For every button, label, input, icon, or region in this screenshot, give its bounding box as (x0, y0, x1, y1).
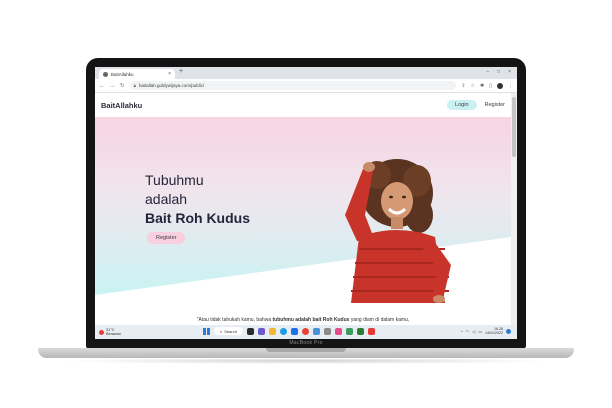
laptop-mockup: BaitAllahku × + – □ × ← → ↻ 🔒︎ baitallah… (0, 0, 612, 408)
minimize-button[interactable]: – (486, 69, 489, 75)
quote-text-start: "Atau tidak tahukah kamu, bahwa (196, 317, 273, 323)
hero-headline: Tubuhmu adalah Bait Roh Kudus (145, 171, 250, 228)
window-controls: – □ × (486, 69, 511, 75)
mail-icon[interactable] (312, 327, 320, 335)
task-view-icon[interactable] (246, 327, 254, 335)
share-icon[interactable]: ⇪ (461, 83, 465, 89)
address-url[interactable]: baitallah.goldywijaya.com/public/ (139, 83, 204, 88)
sidebar-icon[interactable]: ▯ (489, 83, 492, 89)
quote-text-end: yang diam di dalam kamu, (349, 317, 410, 323)
laptop-base-notch (266, 348, 346, 352)
extensions-icon[interactable]: ✱ (480, 83, 484, 89)
page-scrollbar[interactable] (511, 93, 517, 325)
hero-woman-image (345, 159, 451, 303)
scripture-quote: "Atau tidak tahukah kamu, bahwa tubuhmu … (95, 317, 511, 323)
reload-icon[interactable]: ↻ (120, 83, 125, 89)
chrome-icon[interactable] (301, 327, 309, 335)
chat-icon[interactable] (257, 327, 265, 335)
lock-icon: 🔒︎ (133, 83, 137, 88)
laptop-shadow (60, 358, 552, 364)
tab-title: BaitAllahku (111, 71, 134, 77)
hero-line-2: adalah (145, 191, 188, 207)
back-arrow-icon[interactable]: ← (99, 83, 105, 89)
os-taskbar: 31°C Berawan ⌕ Search ^ ◠ ◁ ▭ 16.26 14/0… (95, 325, 517, 339)
system-tray: ^ ◠ ◁ ▭ 16.26 14/01/2022 (461, 327, 511, 335)
hero-line-1: Tubuhmu (145, 172, 204, 188)
weather-desc: Berawan (106, 332, 121, 336)
file-explorer-icon[interactable] (268, 327, 276, 335)
star-icon[interactable]: ☆ (471, 83, 475, 89)
register-link[interactable]: Register (485, 102, 505, 108)
quote-text-bold: tubuhmu adalah bait Roh Kudus (272, 317, 350, 323)
address-bar[interactable]: 🔒︎ baitallah.goldywijaya.com/public/ (129, 81, 457, 90)
weather-icon (99, 329, 104, 335)
store-icon[interactable] (290, 327, 298, 335)
profile-avatar[interactable] (497, 82, 503, 89)
windows-logo-icon[interactable] (203, 327, 210, 335)
forward-arrow-icon[interactable]: → (110, 83, 116, 89)
browser-tab[interactable]: BaitAllahku × (99, 69, 175, 79)
notification-icon[interactable] (506, 328, 511, 334)
weather-widget[interactable]: 31°C Berawan (99, 328, 121, 336)
browser-toolbar: ← → ↻ 🔒︎ baitallah.goldywijaya.com/publi… (95, 79, 517, 93)
nav-actions: Login Register (447, 100, 505, 110)
tab-close-icon[interactable]: × (168, 71, 171, 77)
app-icon-green[interactable] (345, 327, 353, 335)
web-page: BaitAllahku Login Register Tubuhmu adala… (95, 93, 511, 325)
browser-tab-bar: BaitAllahku × + – □ × (95, 67, 517, 79)
device-model-label: MacBook Pro (289, 340, 323, 346)
scrollbar-thumb[interactable] (512, 97, 516, 157)
laptop-screen: BaitAllahku × + – □ × ← → ↻ 🔒︎ baitallah… (95, 67, 517, 339)
search-icon: ⌕ (220, 328, 223, 334)
battery-icon[interactable]: ▭ (478, 329, 482, 334)
volume-icon[interactable]: ◁ (472, 329, 475, 334)
app-icon-darkgreen[interactable] (356, 327, 364, 335)
tab-favicon-icon (103, 71, 108, 77)
app-icon-gray[interactable] (323, 327, 331, 335)
weather-text: 31°C Berawan (106, 328, 121, 336)
edge-browser-icon[interactable] (279, 327, 287, 335)
menu-dots-icon[interactable]: ⋮ (508, 83, 513, 89)
wifi-icon[interactable]: ◠ (466, 329, 470, 334)
site-brand[interactable]: BaitAllahku (101, 101, 142, 110)
login-button[interactable]: Login (447, 100, 477, 110)
taskbar-clock[interactable]: 16.26 14/01/2022 (485, 327, 503, 335)
tray-chevron-icon[interactable]: ^ (461, 329, 463, 334)
clock-date: 14/01/2022 (485, 331, 503, 335)
new-tab-button[interactable]: + (179, 68, 183, 75)
app-icon-red[interactable] (367, 327, 375, 335)
taskbar-search-label: Search (224, 328, 237, 334)
taskbar-search[interactable]: ⌕ Search (214, 327, 243, 335)
app-icon-pink[interactable] (334, 327, 342, 335)
close-window-button[interactable]: × (508, 69, 511, 75)
taskbar-apps: ⌕ Search (203, 327, 375, 335)
hero-register-button[interactable]: Register (147, 232, 186, 244)
maximize-button[interactable]: □ (497, 69, 500, 75)
site-navbar: BaitAllahku Login Register (95, 93, 511, 117)
hero-line-3: Bait Roh Kudus (145, 210, 250, 226)
